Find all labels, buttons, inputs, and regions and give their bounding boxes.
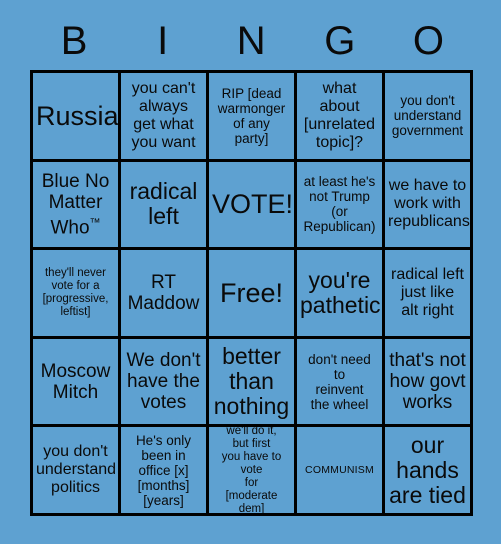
bingo-cell[interactable]: they'll never vote for a [progressive, l… <box>33 250 121 339</box>
bingo-cell-label: we have to work with republicans <box>388 177 470 231</box>
bingo-cell-label: don't need to reinvent the wheel <box>308 351 371 412</box>
bingo-cell-label: you're pathetic <box>300 266 381 318</box>
bingo-cell[interactable]: VOTE! <box>209 161 297 251</box>
bingo-cell[interactable]: you're pathetic <box>297 250 385 339</box>
bingo-cell-label: radical left just like alt right <box>391 265 464 319</box>
bingo-cell-label: what about [unrelated topic]? <box>303 79 376 151</box>
header-letter-g: G <box>324 19 356 63</box>
bingo-cell[interactable]: you can't always get what you want <box>121 73 209 162</box>
bingo-cell[interactable]: He's only been in office [x] [months] [y… <box>121 427 209 516</box>
bingo-header: B I N G O <box>30 14 473 68</box>
bingo-cell[interactable]: We don't have the votes <box>121 338 209 428</box>
bingo-cell[interactable]: you don't understand politics <box>33 427 121 516</box>
bingo-cell-label: RT Maddow <box>127 271 200 314</box>
bingo-cell[interactable]: radical left just like alt right <box>385 250 473 339</box>
trademark-icon: ™ <box>89 216 101 229</box>
bingo-cell[interactable]: you don't understand government <box>385 73 473 162</box>
bingo-cell-label: we'll do it, but first you have to vote … <box>221 427 282 515</box>
bingo-cell[interactable]: RIP [dead warmonger of any party] <box>209 73 297 162</box>
bingo-cell-label: radical left <box>129 178 198 230</box>
bingo-cell-label: COMMUNISM <box>305 464 374 477</box>
bingo-cell[interactable]: our hands are tied <box>385 427 473 516</box>
bingo-cell-label: Russia <box>36 100 119 131</box>
bingo-cell-label: you don't understand politics <box>36 443 117 497</box>
bingo-cell[interactable]: COMMUNISM <box>297 427 385 516</box>
header-letter-o: O <box>412 19 445 63</box>
header-letter-n: N <box>236 19 267 63</box>
bingo-cell[interactable]: Blue No Matter Who™ <box>33 161 121 251</box>
bingo-cell-label: they'll never vote for a [progressive, l… <box>42 266 109 318</box>
bingo-cell-label: that's not how govt works <box>389 350 466 414</box>
bingo-cell-label: better than nothing <box>213 343 290 420</box>
bingo-cell-label: Moscow Mitch <box>40 360 111 403</box>
bingo-cell-label: He's only been in office [x] [months] [y… <box>135 432 192 508</box>
bingo-cell-label: at least he's not Trump (or Republican) <box>303 174 376 235</box>
bingo-cell[interactable]: don't need to reinvent the wheel <box>297 338 385 428</box>
bingo-cell-label: We don't have the votes <box>126 350 201 414</box>
bingo-cell-label: you don't understand government <box>391 93 464 139</box>
bingo-cell-label: you can't always get what you want <box>131 79 196 151</box>
bingo-grid: Russia you can't always get what you want… <box>30 70 473 516</box>
bingo-cell[interactable]: what about [unrelated topic]? <box>297 73 385 162</box>
header-letter-i: I <box>157 19 169 63</box>
bingo-cell-label: VOTE! <box>212 189 294 220</box>
header-letter-b: B <box>60 19 88 63</box>
bingo-cell[interactable]: RT Maddow <box>121 250 209 339</box>
bingo-cell[interactable]: Free! <box>209 250 297 339</box>
bingo-cell[interactable]: Moscow Mitch <box>33 338 121 428</box>
bingo-cell-label: Free! <box>219 277 284 308</box>
bingo-cell[interactable]: we'll do it, but first you have to vote … <box>209 427 297 516</box>
bingo-cell[interactable]: at least he's not Trump (or Republican) <box>297 161 385 251</box>
bingo-cell[interactable]: better than nothing <box>209 338 297 428</box>
bingo-cell[interactable]: we have to work with republicans <box>385 161 473 251</box>
bingo-cell[interactable]: radical left <box>121 161 209 251</box>
bingo-cell-label: RIP [dead warmonger of any party] <box>217 85 286 146</box>
bingo-cell[interactable]: Russia <box>33 73 121 162</box>
bingo-cell[interactable]: that's not how govt works <box>385 338 473 428</box>
bingo-cell-label: Blue No Matter Who™ <box>41 170 110 239</box>
bingo-cell-label: our hands are tied <box>389 431 466 508</box>
bingo-card: B I N G O Russia you can't always get wha… <box>0 0 501 544</box>
